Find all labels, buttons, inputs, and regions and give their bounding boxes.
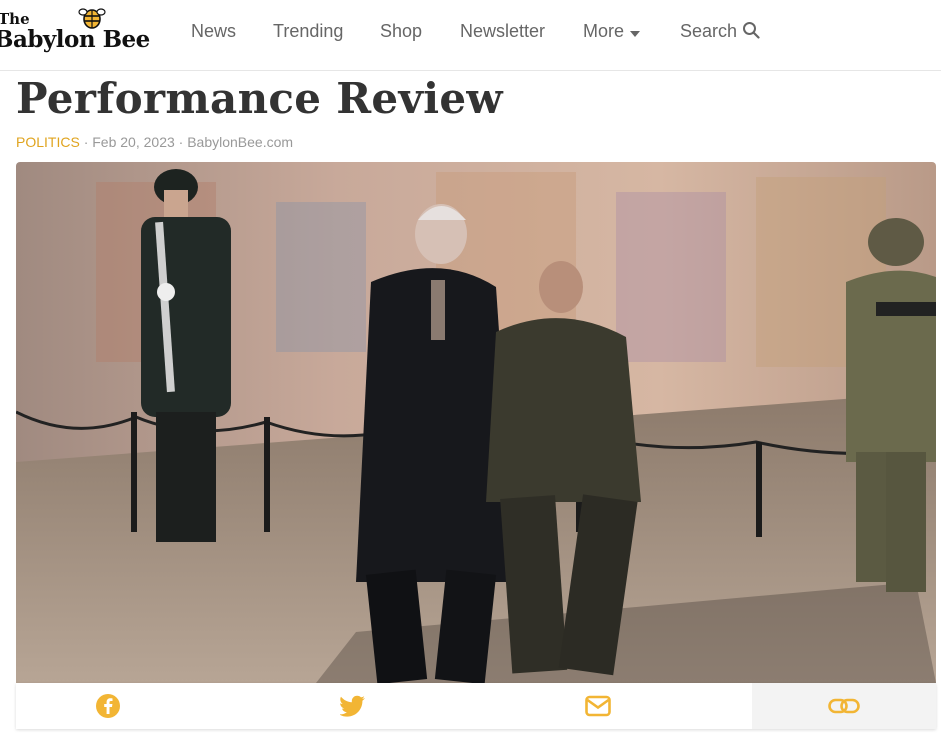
link-icon (828, 698, 860, 714)
nav-news[interactable]: News (191, 21, 236, 42)
nav-newsletter[interactable]: Newsletter (460, 21, 545, 42)
nav-more-label: More (583, 21, 625, 41)
share-email-button[interactable] (506, 683, 690, 729)
site-header: The Babylon Bee News Trending Shop Newsl… (0, 0, 941, 71)
share-bar (16, 683, 936, 729)
meta-separator: · (178, 134, 188, 150)
meta-separator: · (83, 134, 93, 150)
logo-name: Babylon Bee (0, 26, 150, 53)
caret-down-icon (630, 31, 641, 37)
site-logo[interactable]: The Babylon Bee (0, 4, 154, 60)
email-icon (585, 695, 611, 717)
article-source: BabylonBee.com (187, 134, 294, 150)
article-title: Performance Review (16, 74, 503, 123)
article-date: Feb 20, 2023 (92, 134, 175, 150)
article-meta: POLITICS · Feb 20, 2023 · BabylonBee.com (16, 134, 293, 150)
nav-shop[interactable]: Shop (380, 21, 422, 42)
facebook-icon (96, 694, 120, 718)
twitter-icon (340, 695, 365, 717)
hero-image (16, 162, 936, 683)
nav-search-label: Search (680, 21, 738, 41)
copy-link-button[interactable] (752, 683, 936, 729)
share-twitter-button[interactable] (261, 683, 445, 729)
share-facebook-button[interactable] (16, 683, 200, 729)
nav-more[interactable]: More (583, 21, 641, 42)
nav-trending[interactable]: Trending (273, 21, 343, 42)
hero-photo (16, 162, 936, 683)
search-icon (743, 22, 760, 39)
nav-search[interactable]: Search (680, 21, 760, 42)
article-category[interactable]: POLITICS (16, 134, 80, 150)
